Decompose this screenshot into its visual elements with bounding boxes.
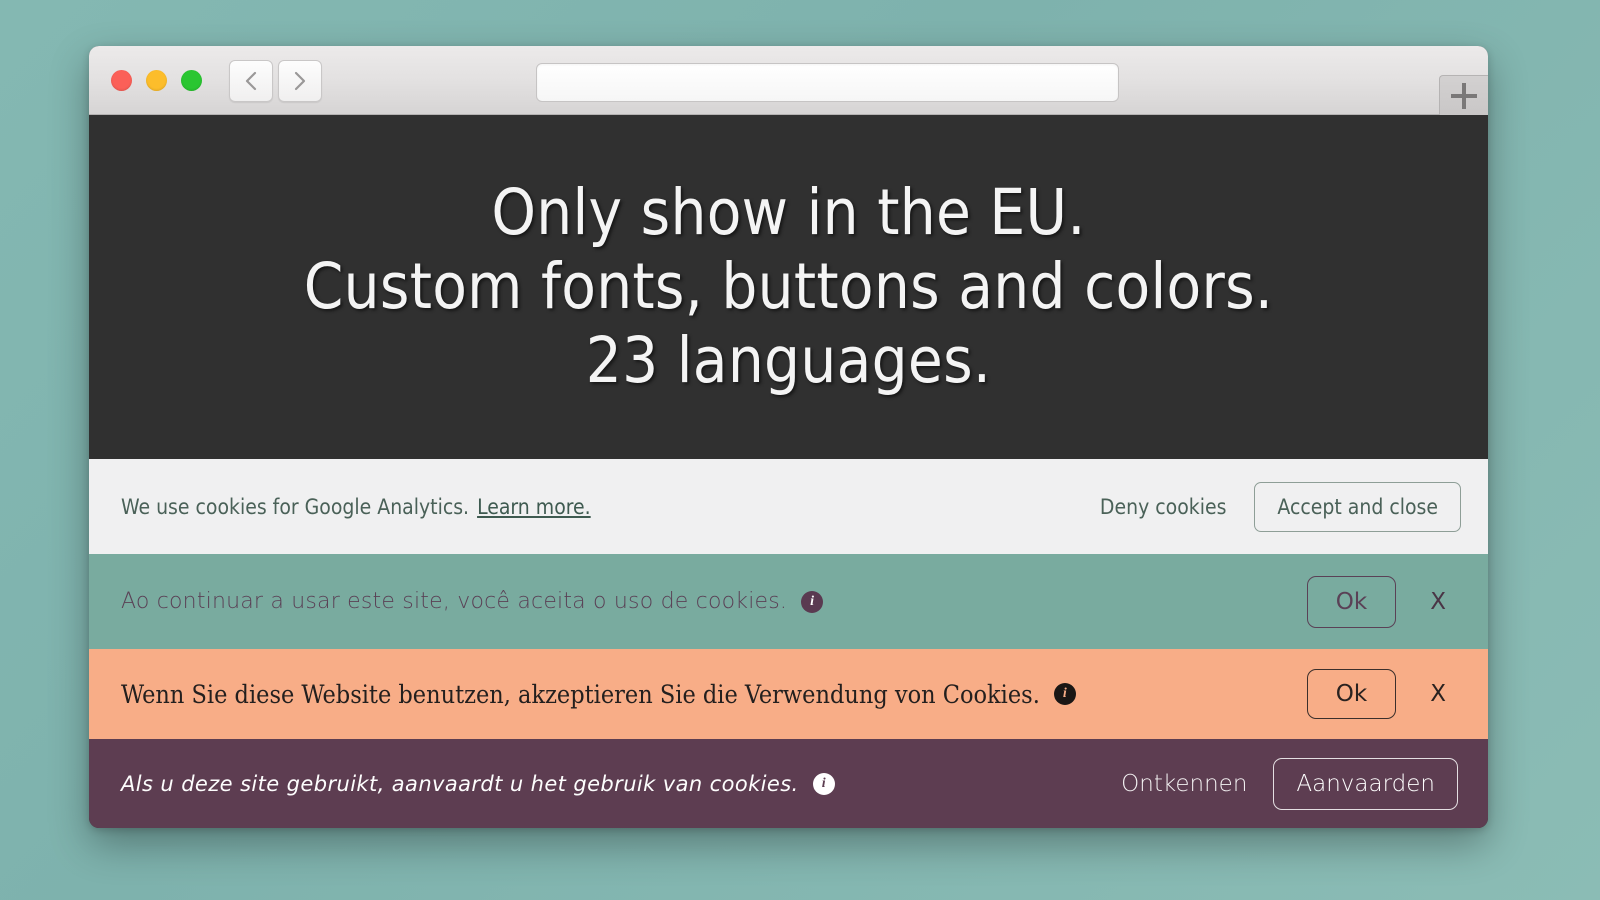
forward-button[interactable] [278, 60, 322, 102]
banner-message: Ao continuar a usar este site, você acei… [121, 589, 788, 614]
new-tab-button[interactable] [1439, 75, 1488, 115]
window-controls [111, 70, 202, 91]
deny-cookies-button[interactable]: Ontkennen [1121, 771, 1247, 797]
accept-cookies-button[interactable]: Aanvaarden [1273, 758, 1458, 810]
close-banner-button[interactable]: X [1418, 673, 1458, 715]
hero-headline: Only show in the EU. Custom fonts, butto… [304, 176, 1273, 399]
cookie-banner-portuguese: Ao continuar a usar este site, você acei… [89, 554, 1488, 649]
hero-line-3: 23 languages. [585, 324, 992, 398]
banner-actions: Ok X [1306, 669, 1458, 719]
banner-actions: Ok X [1306, 575, 1458, 628]
cookie-banner-analytics: We use cookies for Google Analytics. Lea… [89, 459, 1488, 554]
accept-and-close-button[interactable]: Accept and close [1254, 481, 1461, 532]
info-icon[interactable]: i [1053, 683, 1076, 705]
chevron-right-icon [294, 71, 306, 91]
banner-message-group: We use cookies for Google Analytics. Lea… [121, 495, 1100, 519]
minimize-window-button[interactable] [146, 70, 167, 91]
ok-button[interactable]: Ok [1306, 575, 1397, 628]
chevron-left-icon [245, 71, 257, 91]
banner-actions: Ontkennen Aanvaarden [1121, 758, 1458, 810]
navigation-buttons [229, 60, 322, 102]
learn-more-link[interactable]: Learn more. [477, 495, 591, 519]
url-input[interactable] [536, 63, 1119, 102]
hero-line-2: Custom fonts, buttons and colors. [303, 249, 1274, 323]
ok-button[interactable]: Ok [1306, 669, 1397, 719]
close-window-button[interactable] [111, 70, 132, 91]
hero-line-1: Only show in the EU. [491, 175, 1086, 249]
browser-window: Only show in the EU. Custom fonts, butto… [89, 46, 1488, 828]
hero-section: Only show in the EU. Custom fonts, butto… [89, 115, 1488, 459]
maximize-window-button[interactable] [181, 70, 202, 91]
banner-message-group: Ao continuar a usar este site, você acei… [121, 589, 1307, 614]
cookie-banner-dutch: Als u deze site gebruikt, aanvaardt u he… [89, 739, 1488, 828]
info-icon[interactable]: i [801, 590, 824, 613]
plus-icon [1451, 82, 1477, 109]
banner-message: Wenn Sie diese Website benutzen, akzepti… [121, 679, 1040, 709]
close-banner-button[interactable]: X [1418, 581, 1458, 623]
banner-message: We use cookies for Google Analytics. [121, 494, 470, 519]
browser-titlebar [89, 46, 1488, 115]
info-icon[interactable]: i [812, 773, 835, 795]
banner-message: Als u deze site gebruikt, aanvaardt u he… [121, 772, 799, 796]
banner-message-group: Als u deze site gebruikt, aanvaardt u he… [121, 772, 1121, 796]
banner-actions: Deny cookies Accept and close [1100, 481, 1461, 532]
deny-cookies-button[interactable]: Deny cookies [1100, 495, 1227, 519]
back-button[interactable] [229, 60, 273, 102]
banner-message-group: Wenn Sie diese Website benutzen, akzepti… [121, 680, 1307, 709]
cookie-banner-german: Wenn Sie diese Website benutzen, akzepti… [89, 649, 1488, 739]
